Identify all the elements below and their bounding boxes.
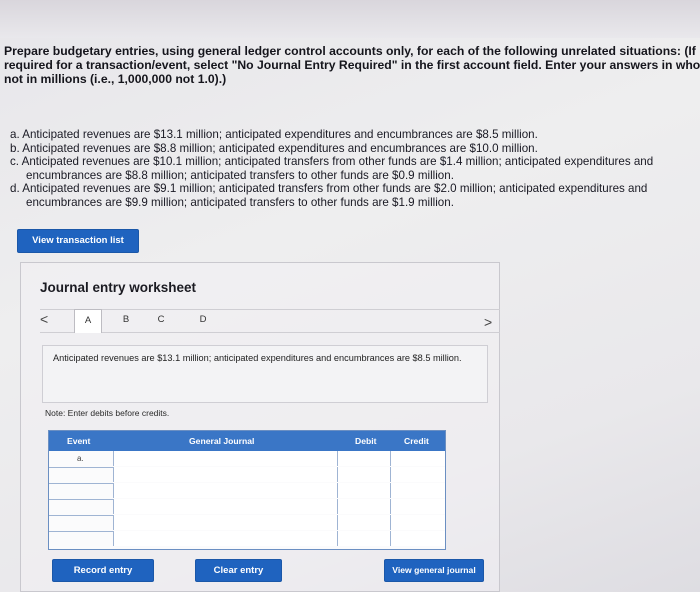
debit-field[interactable] [337,499,390,514]
debit-field[interactable] [337,531,390,546]
situation-b: b. Anticipated revenues are $8.8 million… [10,142,700,156]
column-event: Event [67,436,91,446]
journal-entry-table: Event General Journal Debit Credit a. [48,430,446,550]
instructions: Prepare budgetary entries, using general… [4,44,700,86]
credit-field[interactable] [390,499,445,514]
credit-field[interactable] [390,483,445,498]
table-row: a. [49,451,445,468]
view-transaction-list-button[interactable]: View transaction list [18,230,138,252]
table-row [49,515,445,532]
column-debit: Debit [355,436,377,446]
event-value: a. [77,454,84,463]
table-row [49,467,445,484]
tab-d[interactable]: D [195,314,211,325]
instructions-line-3: not in millions (i.e., 1,000,000 not 1.0… [4,72,227,86]
situation-a: a. Anticipated revenues are $13.1 millio… [10,128,700,142]
situations-list: a. Anticipated revenues are $13.1 millio… [10,128,700,210]
view-general-journal-label: View general journal [392,565,476,575]
column-general-journal: General Journal [189,436,255,446]
clear-entry-label: Clear entry [213,565,264,576]
worksheet-tab-bar [40,309,500,333]
transaction-description: Anticipated revenues are $13.1 million; … [42,345,488,403]
table-row [49,531,445,547]
next-chevron-icon[interactable]: > [484,314,492,330]
view-transaction-list-label: View transaction list [32,235,124,246]
credit-field[interactable] [390,531,445,546]
credit-field[interactable] [390,515,445,530]
general-journal-field[interactable] [113,499,337,514]
situation-b-text: b. Anticipated revenues are $8.8 million… [10,141,538,155]
general-journal-field[interactable] [113,451,337,466]
situation-a-text: a. Anticipated revenues are $13.1 millio… [10,128,538,141]
table-row [49,483,445,500]
situation-d-text-cont: encumbrances are $9.9 million; anticipat… [26,195,454,209]
debit-field[interactable] [337,483,390,498]
debit-field[interactable] [337,515,390,530]
general-journal-field[interactable] [113,531,337,546]
worksheet-title: Journal entry worksheet [40,280,197,295]
record-entry-button[interactable]: Record entry [53,560,153,581]
general-journal-field[interactable] [113,483,337,498]
clear-entry-button[interactable]: Clear entry [196,560,281,581]
debit-field[interactable] [337,467,390,482]
view-general-journal-button[interactable]: View general journal [385,560,483,581]
situation-d-text: d. Anticipated revenues are $9.1 million… [10,182,648,196]
debits-credits-note: Note: Enter debits before credits. [45,408,170,418]
record-entry-label: Record entry [73,565,133,576]
instructions-line-1: Prepare budgetary entries, using general… [4,44,700,58]
situation-c: c. Anticipated revenues are $10.1 millio… [10,155,700,182]
table-row [49,499,445,516]
top-shade [0,0,700,38]
tab-b[interactable]: B [118,314,134,325]
general-journal-field[interactable] [113,467,337,482]
debit-field[interactable] [337,451,390,466]
table-header: Event General Journal Debit Credit [49,431,445,451]
column-credit: Credit [404,436,429,446]
situation-d: d. Anticipated revenues are $9.1 million… [10,182,700,209]
instructions-line-2: required for a transaction/event, select… [4,58,700,72]
situation-c-text-cont: encumbrances are $8.8 million; anticipat… [26,168,454,182]
tab-c[interactable]: C [153,314,169,325]
situation-c-text: c. Anticipated revenues are $10.1 millio… [10,155,654,169]
credit-field[interactable] [390,451,445,466]
tab-a[interactable]: A [74,309,102,333]
credit-field[interactable] [390,467,445,482]
prev-chevron-icon[interactable]: < [40,311,48,327]
general-journal-field[interactable] [113,515,337,530]
